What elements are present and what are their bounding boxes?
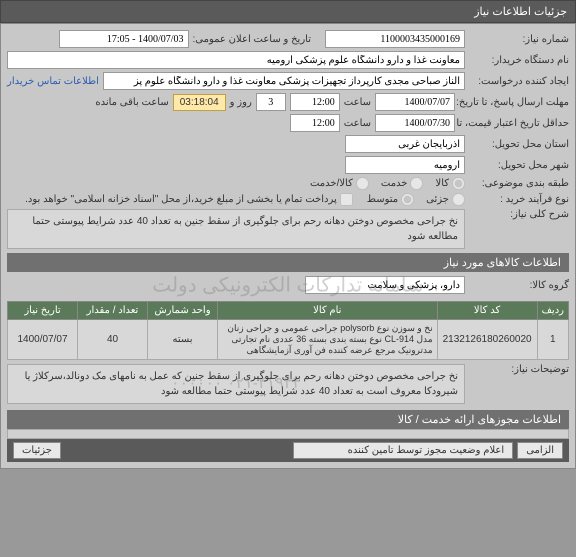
need-no-field[interactable] — [325, 30, 465, 48]
days-label: روز و — [230, 97, 252, 108]
contact-link[interactable]: اطلاعات تماس خریدار — [7, 76, 99, 87]
buyer-label: نام دستگاه خریدار: — [469, 55, 569, 66]
deadline-date[interactable] — [375, 93, 455, 111]
time-label-2: ساعت — [344, 118, 371, 129]
process-radios: جزئی متوسط — [367, 193, 465, 206]
desc-box: نخ جراحی مخصوص دوختن دهانه رحم برای جلوگ… — [7, 209, 465, 249]
main-panel: شماره نیاز: تاریخ و ساعت اعلان عمومی: نا… — [0, 23, 576, 469]
col-unit: واحد شمارش — [148, 302, 218, 320]
cell-idx: 1 — [537, 320, 568, 360]
countdown-timer: 03:18:04 — [173, 94, 226, 111]
city-label: شهر محل تحویل: — [469, 160, 569, 171]
days-count[interactable] — [256, 93, 286, 111]
table-header-row: ردیف کد کالا نام کالا واحد شمارش تعداد /… — [8, 302, 569, 320]
footer-detail[interactable]: جزئیات — [13, 442, 61, 459]
group-field[interactable] — [305, 276, 465, 294]
footer-row: الزامی اعلام وضعیت مجوز توسط تامین کننده… — [7, 439, 569, 462]
notes-label: توضیحات نیاز: — [469, 364, 569, 375]
category-label: طبقه بندی موضوعی: — [469, 178, 569, 189]
announce-label: تاریخ و ساعت اعلان عمومی: — [193, 34, 312, 45]
deadline-label: مهلت ارسال پاسخ، تا تاریخ: — [459, 97, 569, 108]
cell-qty: 40 — [78, 320, 148, 360]
radio-goods-service[interactable]: کالا/خدمت — [310, 177, 369, 190]
time-label-1: ساعت — [344, 97, 371, 108]
col-row: ردیف — [537, 302, 568, 320]
desc-label: شرح کلی نیاز: — [469, 209, 569, 220]
credit-date[interactable] — [375, 114, 455, 132]
main-header-title: جزئیات اطلاعات نیاز — [474, 6, 567, 18]
remaining-label: ساعت باقی مانده — [95, 97, 168, 108]
need-no-label: شماره نیاز: — [469, 34, 569, 45]
footer-required: الزامی — [517, 442, 563, 459]
credit-label: حداقل تاریخ اعتبار قیمت، تا تاریخ: — [459, 118, 569, 129]
cell-date: 1400/07/07 — [8, 320, 78, 360]
group-label: گروه کالا: — [469, 280, 569, 291]
cell-name: نخ و سوزن نوع polysorb جراحی عمومی و جرا… — [218, 320, 438, 360]
process-label: نوع فرآیند خرید : — [469, 194, 569, 205]
items-header: اطلاعات کالاهای مورد نیاز — [7, 253, 569, 272]
permits-header: اطلاعات مجوزهای ارائه خدمت / کالا — [7, 410, 569, 429]
col-qty: تعداد / مقدار — [78, 302, 148, 320]
city-field[interactable] — [345, 156, 465, 174]
province-field[interactable] — [345, 135, 465, 153]
payment-checkbox[interactable]: پرداخت تمام یا بخشی از مبلغ خرید،از محل … — [25, 193, 353, 206]
col-name: نام کالا — [218, 302, 438, 320]
creator-label: ایجاد کننده درخواست: — [469, 76, 569, 87]
payment-note: پرداخت تمام یا بخشی از مبلغ خرید،از محل … — [25, 194, 337, 205]
buyer-field[interactable] — [7, 51, 465, 69]
announce-field[interactable] — [59, 30, 189, 48]
items-table: ردیف کد کالا نام کالا واحد شمارش تعداد /… — [7, 301, 569, 360]
cell-unit: بسته — [148, 320, 218, 360]
table-row[interactable]: 1 2132126180260020 نخ و سوزن نوع polysor… — [8, 320, 569, 360]
radio-low[interactable]: جزئی — [426, 193, 465, 206]
footer-status: اعلام وضعیت مجوز توسط تامین کننده — [293, 442, 513, 459]
col-date: تاریخ نیاز — [8, 302, 78, 320]
cell-code: 2132126180260020 — [437, 320, 537, 360]
notes-box: نخ جراحی مخصوص دوختن دهانه رحم برای جلوگ… — [7, 364, 465, 404]
main-header: جزئیات اطلاعات نیاز — [0, 0, 576, 23]
deadline-time[interactable] — [290, 93, 340, 111]
radio-mid[interactable]: متوسط — [367, 193, 414, 206]
radio-goods[interactable]: کالا — [435, 177, 465, 190]
credit-time[interactable] — [290, 114, 340, 132]
province-label: استان محل تحویل: — [469, 139, 569, 150]
radio-service[interactable]: خدمت — [381, 177, 424, 190]
col-code: کد کالا — [437, 302, 537, 320]
creator-field[interactable] — [103, 72, 465, 90]
category-radios: کالا خدمت کالا/خدمت — [310, 177, 465, 190]
